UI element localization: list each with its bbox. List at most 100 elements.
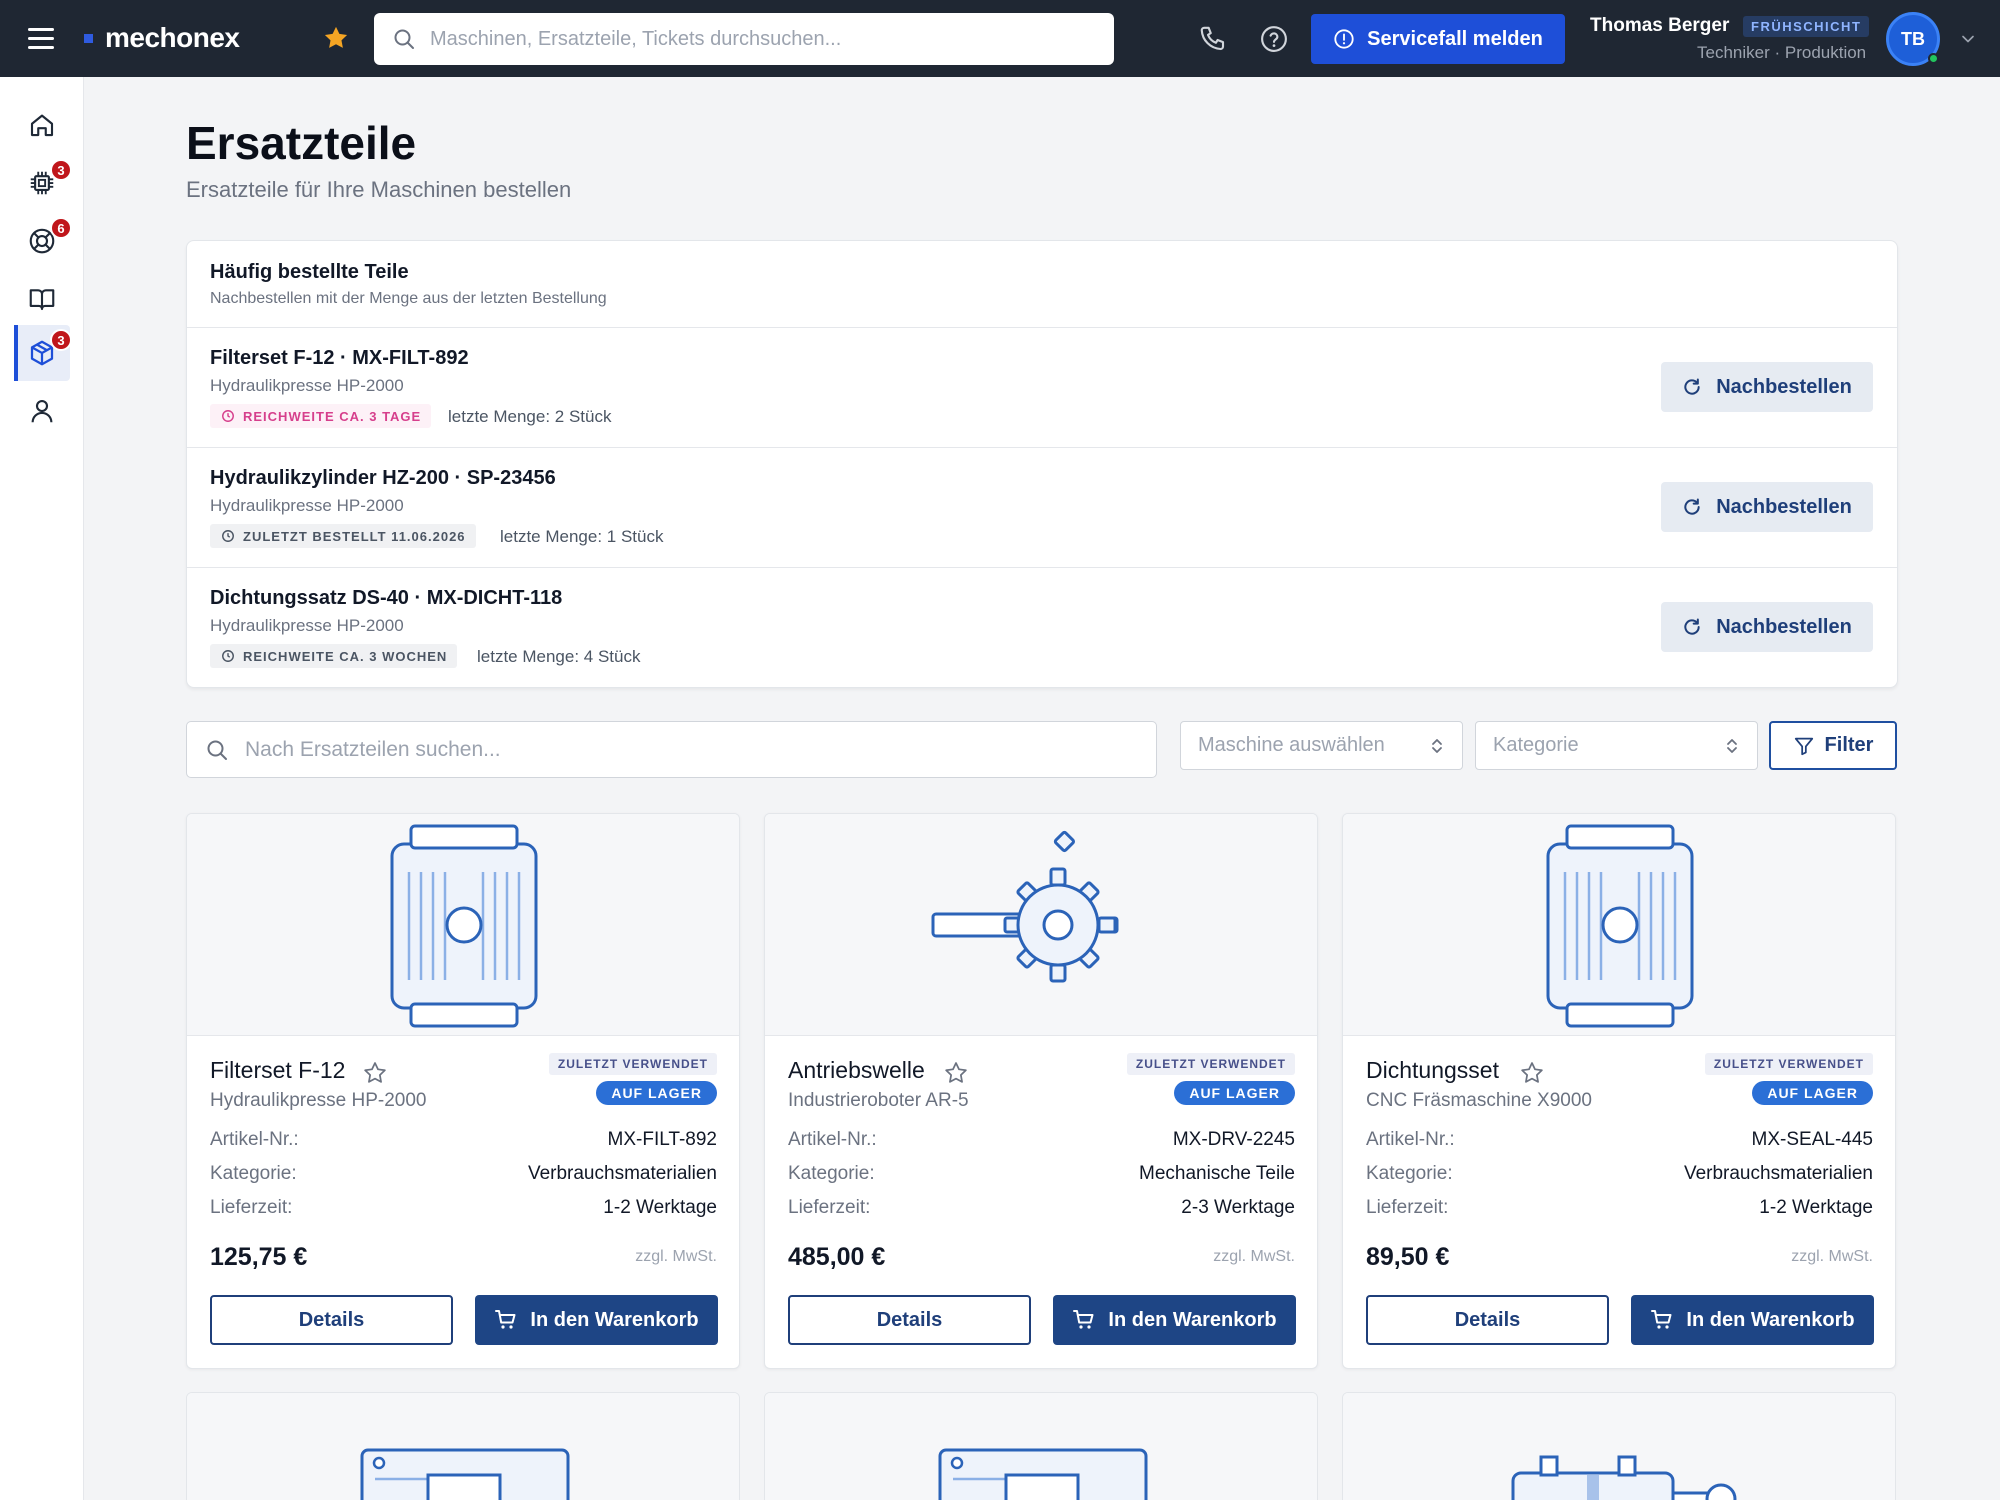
favorites-star-icon[interactable] — [322, 24, 350, 52]
sidebar-item-machines[interactable]: 3 — [14, 155, 72, 211]
brand-logo[interactable]: mechonex — [84, 22, 240, 54]
cart-icon — [495, 1310, 516, 1329]
frequent-part-machine: Hydraulikpresse HP-2000 — [210, 496, 404, 515]
add-to-cart-label: In den Warenkorb — [1108, 1308, 1277, 1331]
sidebar-item-docs[interactable] — [14, 271, 70, 327]
details-button[interactable]: Details — [1366, 1295, 1609, 1345]
refresh-icon — [1684, 498, 1700, 515]
article-value: MX-DRV-2245 — [1172, 1129, 1295, 1150]
part-price: 125,75 € — [210, 1243, 308, 1271]
favorite-star-icon[interactable] — [1519, 1060, 1545, 1086]
details-button[interactable]: Details — [210, 1295, 453, 1345]
reorder-button[interactable]: Nachbestellen — [1661, 362, 1873, 412]
filter-button[interactable]: Filter — [1769, 721, 1897, 770]
part-image — [765, 814, 1317, 1036]
last-quantity: letzte Menge: 4 Stück — [477, 647, 641, 666]
category-select[interactable]: Kategorie — [1475, 721, 1758, 770]
book-icon — [29, 289, 55, 311]
drive-shaft-illustration — [931, 830, 1119, 983]
part-machine: Industrieroboter AR-5 — [788, 1090, 969, 1111]
category-label: Kategorie: — [210, 1163, 297, 1184]
vat-note: zzgl. MwSt. — [1213, 1248, 1295, 1265]
reorder-button[interactable]: Nachbestellen — [1661, 482, 1873, 532]
global-search-input[interactable] — [430, 27, 1090, 51]
top-bar: mechonex Servicefall melden Thomas Berge… — [0, 0, 2000, 77]
vat-note: zzgl. MwSt. — [1791, 1248, 1873, 1265]
category-value: Verbrauchsmaterialien — [527, 1163, 717, 1184]
report-service-case-button[interactable]: Servicefall melden — [1311, 14, 1565, 64]
stock-range-text: REICHWEITE CA. 3 TAGE — [243, 408, 422, 424]
menu-icon[interactable] — [28, 28, 54, 49]
frequent-part-row: Hydraulikzylinder HZ-200 · SP-23456 Hydr… — [187, 448, 1897, 568]
clock-icon — [222, 530, 234, 542]
delivery-label: Lieferzeit: — [1366, 1197, 1449, 1218]
sidebar-item-profile[interactable] — [14, 383, 70, 439]
category-label: Kategorie: — [1366, 1163, 1453, 1184]
category-label: Kategorie: — [788, 1163, 875, 1184]
details-button[interactable]: Details — [788, 1295, 1031, 1345]
part-card — [186, 1392, 740, 1500]
last-quantity: letzte Menge: 2 Stück — [448, 407, 612, 426]
cart-icon — [1073, 1310, 1094, 1329]
vat-note: zzgl. MwSt. — [635, 1248, 717, 1265]
parts-search-input[interactable] — [245, 737, 1125, 762]
spare-parts-badge: 3 — [50, 329, 72, 351]
chevron-updown-icon — [1432, 739, 1442, 753]
stock-range-tag: REICHWEITE CA. 3 TAGE — [210, 404, 432, 428]
add-to-cart-button[interactable]: In den Warenkorb — [1053, 1295, 1296, 1345]
alert-circle-icon — [1334, 29, 1354, 49]
stock-range-tag: REICHWEITE CA. 3 WOCHEN — [210, 644, 458, 668]
category-select-value: Kategorie — [1493, 734, 1579, 756]
reorder-button[interactable]: Nachbestellen — [1661, 602, 1873, 652]
filter-icon — [1794, 737, 1813, 755]
global-search[interactable] — [374, 13, 1114, 65]
chevron-down-icon[interactable] — [1958, 29, 1978, 49]
delivery-value: 1-2 Werktage — [603, 1197, 717, 1218]
favorite-star-icon[interactable] — [362, 1060, 388, 1086]
add-to-cart-label: In den Warenkorb — [530, 1308, 699, 1331]
sidebar-item-support[interactable]: 6 — [14, 213, 72, 269]
frequent-part-machine: Hydraulikpresse HP-2000 — [210, 616, 404, 635]
parts-search[interactable] — [186, 721, 1157, 778]
part-image — [187, 1393, 739, 1500]
recently-used-tag: ZULETZT VERWENDET — [548, 1053, 717, 1075]
add-to-cart-label: In den Warenkorb — [1686, 1308, 1855, 1331]
last-ordered-tag: ZULETZT BESTELLT 11.06.2026 — [210, 524, 476, 548]
frequent-part-name: Filterset F-12 · MX-FILT-892 — [210, 347, 469, 369]
clock-icon — [222, 650, 234, 662]
frequent-part-row: Dichtungssatz DS-40 · MX-DICHT-118 Hydra… — [187, 568, 1897, 688]
page-subtitle: Ersatzteile für Ihre Maschinen bestellen — [186, 177, 572, 202]
part-image — [187, 814, 739, 1036]
refresh-icon — [1684, 618, 1700, 635]
frequent-part-name: Dichtungssatz DS-40 · MX-DICHT-118 — [210, 587, 563, 609]
online-status-dot — [1928, 53, 1939, 64]
part-card — [1342, 1392, 1896, 1500]
delivery-value: 2-3 Werktage — [1181, 1197, 1295, 1218]
favorite-star-icon[interactable] — [943, 1060, 969, 1086]
search-icon — [394, 29, 414, 49]
frequent-parts-subtitle: Nachbestellen mit der Menge aus der letz… — [210, 290, 607, 307]
delivery-label: Lieferzeit: — [210, 1197, 293, 1218]
machine-select[interactable]: Maschine auswählen — [1180, 721, 1463, 770]
sidebar-item-spare-parts[interactable]: 3 — [14, 325, 72, 381]
sidebar: 3 6 3 — [0, 77, 84, 1500]
control-panel-illustration — [360, 1448, 570, 1500]
sidebar-item-home[interactable] — [14, 97, 70, 153]
search-icon — [207, 740, 227, 760]
add-to-cart-button[interactable]: In den Warenkorb — [475, 1295, 718, 1345]
in-stock-badge: AUF LAGER — [1174, 1081, 1295, 1105]
phone-icon[interactable] — [1198, 24, 1228, 54]
help-icon[interactable] — [1259, 24, 1289, 54]
last-quantity: letzte Menge: 1 Stück — [500, 527, 664, 546]
part-machine: CNC Fräsmaschine X9000 — [1366, 1090, 1592, 1111]
part-card — [764, 1392, 1318, 1500]
frequent-parts-title: Häufig bestellte Teile — [210, 261, 409, 283]
seal-unit-illustration — [1546, 824, 1694, 1028]
part-image — [1343, 1393, 1895, 1500]
machine-select-value: Maschine auswählen — [1198, 734, 1385, 756]
frequent-parts-panel: Häufig bestellte Teile Nachbestellen mit… — [186, 240, 1898, 688]
part-name: Filterset F-12 — [210, 1057, 346, 1083]
add-to-cart-button[interactable]: In den Warenkorb — [1631, 1295, 1874, 1345]
chevron-updown-icon — [1727, 739, 1737, 753]
filter-unit-illustration — [390, 824, 538, 1028]
